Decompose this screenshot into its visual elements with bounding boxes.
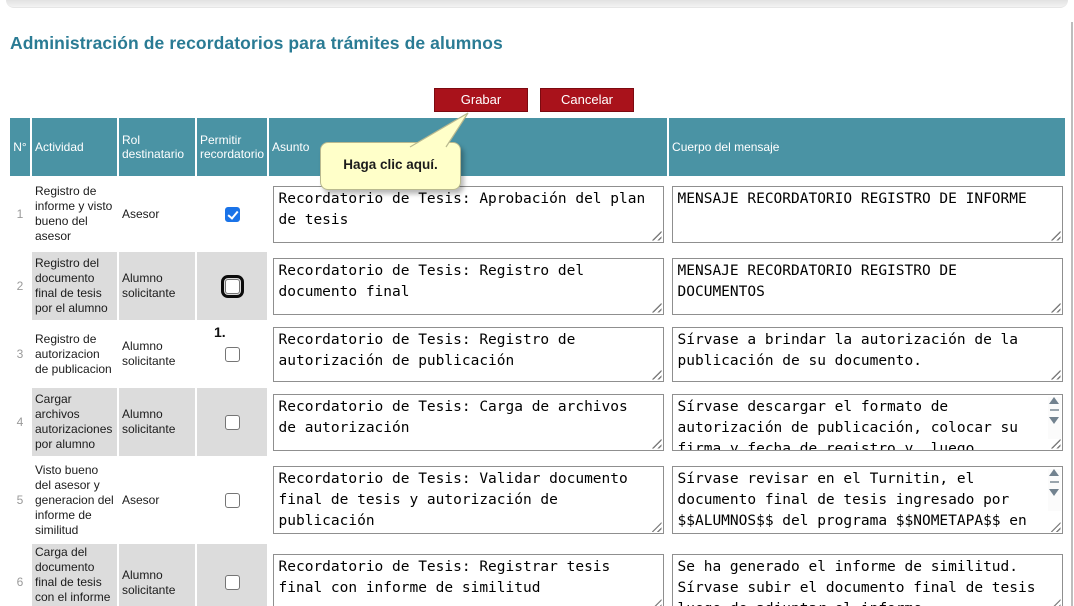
right-edge-border [1071, 22, 1073, 606]
header-cuerpo-mensaje: Cuerpo del mensaje [669, 118, 1065, 176]
header-actividad: Actividad [32, 118, 117, 176]
table-row: 1 Registro de informe y visto bueno del … [10, 178, 1065, 250]
permitir-checkbox-focused[interactable] [225, 279, 240, 294]
permitir-checkbox[interactable] [225, 575, 240, 590]
cell-rol: Asesor [119, 178, 195, 250]
row-number: 3 [10, 322, 30, 386]
cell-cuerpo: Sírvase descargar el formato de autoriza… [669, 388, 1065, 456]
cell-asunto: Recordatorio de Tesis: Carga de archivos… [269, 388, 667, 456]
permitir-checkbox[interactable] [225, 493, 240, 508]
scroll-thumb[interactable] [1050, 409, 1059, 411]
asunto-textarea[interactable]: Recordatorio de Tesis: Aprobación del pl… [273, 186, 664, 243]
header-rol-destinatario: Rol destinatario [119, 118, 195, 176]
cell-cuerpo: Sírvase a brindar la autorización de la … [669, 322, 1065, 386]
cell-permitir [197, 178, 267, 250]
row-number: 6 [10, 544, 30, 606]
table-header-row: N° Actividad Rol destinatario Permitir r… [10, 118, 1065, 176]
cell-rol: Alumno solicitante [119, 544, 195, 606]
cuerpo-textarea[interactable]: Se ha generado el informe de similitud. … [672, 554, 1063, 606]
asunto-textarea[interactable]: Recordatorio de Tesis: Validar documento… [273, 466, 664, 534]
cell-actividad: Registro de informe y visto bueno del as… [32, 178, 117, 250]
save-button[interactable]: Grabar [434, 88, 528, 112]
cell-cuerpo: MENSAJE RECORDATORIO REGISTRO DE INFORME [669, 178, 1065, 250]
cell-cuerpo: Sírvase revisar en el Turnitin, el docum… [669, 458, 1065, 542]
row-number: 5 [10, 458, 30, 542]
cuerpo-textarea[interactable]: Sírvase descargar el formato de autoriza… [672, 394, 1063, 451]
cuerpo-textarea[interactable]: Sírvase a brindar la autorización de la … [672, 327, 1063, 382]
cell-permitir [197, 388, 267, 456]
asunto-textarea[interactable]: Recordatorio de Tesis: Carga de archivos… [273, 394, 664, 451]
cuerpo-textarea[interactable]: Sírvase revisar en el Turnitin, el docum… [672, 466, 1063, 534]
cuerpo-textarea[interactable]: MENSAJE RECORDATORIO REGISTRO DE DOCUMEN… [672, 258, 1063, 315]
cell-permitir [197, 544, 267, 606]
row-number: 4 [10, 388, 30, 456]
annotation-marker: 1. [214, 325, 226, 340]
cell-actividad: Carga del documento final de tesis con e… [32, 544, 117, 606]
cell-actividad: Registro del documento final de tesis po… [32, 252, 117, 320]
permitir-checkbox[interactable] [225, 207, 240, 222]
asunto-textarea[interactable]: Recordatorio de Tesis: Registro de autor… [273, 327, 664, 382]
cell-rol: Asesor [119, 458, 195, 542]
cuerpo-textarea[interactable]: MENSAJE RECORDATORIO REGISTRO DE INFORME [672, 186, 1063, 243]
cell-asunto: Recordatorio de Tesis: Validar documento… [269, 458, 667, 542]
page-title: Administración de recordatorios para trá… [10, 33, 503, 54]
cell-actividad: Visto bueno del asesor y generacion del … [32, 458, 117, 542]
asunto-textarea[interactable]: Recordatorio de Tesis: Registrar tesis f… [273, 554, 664, 606]
collapsed-panel-strip [6, 0, 1068, 8]
cell-asunto: Recordatorio de Tesis: Registro de autor… [269, 322, 667, 386]
reminders-table: N° Actividad Rol destinatario Permitir r… [8, 116, 1067, 606]
admin-reminders-page: Administración de recordatorios para trá… [0, 0, 1074, 606]
tooltip-text: Haga clic aquí. [321, 157, 460, 172]
textarea-scrollbar[interactable] [1048, 397, 1061, 439]
table-row: 3 Registro de autorizacion de publicacio… [10, 322, 1065, 386]
cell-rol: Alumno solicitante [119, 322, 195, 386]
cell-actividad: Registro de autorizacion de publicacion [32, 322, 117, 386]
row-number: 1 [10, 178, 30, 250]
table-row: 2 Registro del documento final de tesis … [10, 252, 1065, 320]
cell-asunto: Recordatorio de Tesis: Registrar tesis f… [269, 544, 667, 606]
tooltip-callout: Haga clic aquí. [320, 142, 461, 190]
cell-actividad: Cargar archivos autorizaciones por alumn… [32, 388, 117, 456]
cell-permitir [197, 458, 267, 542]
cell-cuerpo: Se ha generado el informe de similitud. … [669, 544, 1065, 606]
cell-cuerpo: MENSAJE RECORDATORIO REGISTRO DE DOCUMEN… [669, 252, 1065, 320]
textarea-scrollbar[interactable] [1048, 469, 1061, 511]
row-number: 2 [10, 252, 30, 320]
table-row: 4 Cargar archivos autorizaciones por alu… [10, 388, 1065, 456]
scroll-up-icon[interactable] [1049, 469, 1059, 476]
cell-permitir: 1. [197, 322, 267, 386]
cell-asunto: Recordatorio de Tesis: Registro del docu… [269, 252, 667, 320]
cell-rol: Alumno solicitante [119, 388, 195, 456]
table-row: 5 Visto bueno del asesor y generacion de… [10, 458, 1065, 542]
cancel-button[interactable]: Cancelar [540, 88, 634, 112]
permitir-checkbox[interactable] [225, 347, 240, 362]
cell-rol: Alumno solicitante [119, 252, 195, 320]
asunto-textarea[interactable]: Recordatorio de Tesis: Registro del docu… [273, 258, 664, 315]
permitir-checkbox[interactable] [225, 415, 240, 430]
scroll-down-icon[interactable] [1049, 489, 1059, 496]
header-permitir-recordatorio: Permitir recordatorio [197, 118, 267, 176]
table-row: 6 Carga del documento final de tesis con… [10, 544, 1065, 606]
scroll-thumb[interactable] [1050, 481, 1059, 483]
cell-permitir [197, 252, 267, 320]
scroll-down-icon[interactable] [1049, 417, 1059, 424]
scroll-up-icon[interactable] [1049, 397, 1059, 404]
header-num: N° [10, 118, 30, 176]
